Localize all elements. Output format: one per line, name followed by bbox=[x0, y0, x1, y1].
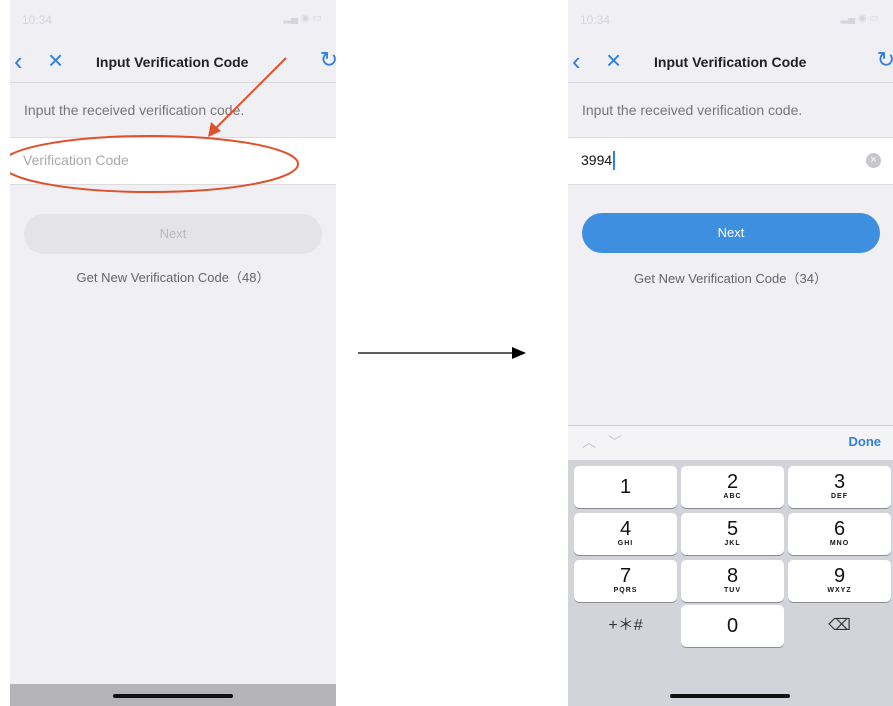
status-icons: ▂▄ ◉ ▭ bbox=[840, 13, 879, 24]
key-1[interactable]: 1 bbox=[574, 466, 677, 508]
key-4[interactable]: 4 GHI bbox=[574, 513, 677, 555]
key-digit: +＊# bbox=[608, 617, 643, 634]
next-button[interactable]: Next bbox=[24, 214, 322, 254]
key-letters: JKL bbox=[724, 540, 741, 547]
key-digit: 6 bbox=[833, 518, 846, 540]
key-5[interactable]: 5 JKL bbox=[681, 513, 784, 555]
verification-code-input[interactable] bbox=[568, 138, 841, 182]
key-symbols[interactable]: +＊# bbox=[574, 605, 677, 647]
transition-arrow-icon bbox=[358, 347, 526, 359]
status-time: 10:34 bbox=[22, 13, 53, 27]
chevron-left-icon[interactable]: ‹ bbox=[572, 48, 581, 74]
key-letters: GHI bbox=[617, 540, 634, 547]
key-digit: 9 bbox=[833, 565, 846, 587]
key-digit: 1 bbox=[619, 476, 632, 498]
key-digit: 8 bbox=[726, 565, 739, 587]
key-letters: DEF bbox=[831, 493, 848, 500]
key-8[interactable]: 8 TUV bbox=[681, 560, 784, 602]
page-title: Input Verification Code bbox=[96, 54, 249, 70]
status-bar: 10:34 ▂▄ ◉ ▭ bbox=[568, 0, 893, 42]
key-letters: ABC bbox=[723, 493, 742, 500]
get-new-code-link[interactable]: Get New Verification Code（48） bbox=[10, 267, 336, 286]
verification-code-input[interactable] bbox=[10, 138, 283, 182]
key-digit: 5 bbox=[726, 518, 739, 540]
close-icon[interactable]: × bbox=[48, 47, 63, 73]
refresh-icon[interactable]: ↻ bbox=[320, 48, 336, 72]
clear-icon[interactable]: × bbox=[866, 153, 881, 168]
close-icon[interactable]: × bbox=[606, 47, 621, 73]
verification-code-row: × bbox=[568, 137, 893, 185]
key-digit: 2 bbox=[726, 471, 739, 493]
key-7[interactable]: 7 PQRS bbox=[574, 560, 677, 602]
home-indicator bbox=[670, 694, 790, 698]
key-digit: 3 bbox=[833, 471, 846, 493]
phone-screen-before: 10:34 ▂▄ ◉ ▭ ‹ × Input Verification Code… bbox=[10, 0, 336, 706]
bottom-bar bbox=[568, 684, 893, 706]
key-letters: MNO bbox=[829, 540, 850, 547]
backspace-key[interactable]: ⌫ bbox=[788, 605, 891, 647]
next-button[interactable]: Next bbox=[582, 213, 880, 253]
key-letters: PQRS bbox=[613, 587, 638, 594]
numeric-keypad: 1 2 ABC 3 DEF 4 GHI 5 JKL 6 MNO 7 PQRS 8… bbox=[568, 460, 893, 706]
keyboard-done-button[interactable]: Done bbox=[849, 434, 882, 449]
verification-code-row bbox=[10, 137, 336, 185]
backspace-icon: ⌫ bbox=[828, 617, 851, 634]
key-digit: 0 bbox=[726, 615, 739, 637]
key-2[interactable]: 2 ABC bbox=[681, 466, 784, 508]
key-digit: 7 bbox=[619, 565, 632, 587]
key-digit: 4 bbox=[619, 518, 632, 540]
key-9[interactable]: 9 WXYZ bbox=[788, 560, 891, 602]
keyboard-toolbar: ︿ ﹀ Done bbox=[568, 425, 893, 460]
bottom-bar bbox=[10, 684, 336, 706]
key-letters: WXYZ bbox=[827, 587, 852, 594]
status-time: 10:34 bbox=[580, 13, 611, 27]
page-title: Input Verification Code bbox=[654, 54, 807, 70]
phone-screen-after: 10:34 ▂▄ ◉ ▭ ‹ × Input Verification Code… bbox=[568, 0, 893, 706]
home-indicator bbox=[113, 694, 233, 698]
get-new-code-link[interactable]: Get New Verification Code（34） bbox=[568, 268, 893, 287]
nav-bar: ‹ × Input Verification Code ↻ bbox=[10, 42, 336, 83]
field-navigation-arrows[interactable]: ︿ ﹀ bbox=[582, 432, 626, 452]
chevron-left-icon[interactable]: ‹ bbox=[14, 48, 23, 74]
key-letters: TUV bbox=[724, 587, 741, 594]
instruction-text: Input the received verification code. bbox=[24, 102, 245, 118]
text-caret bbox=[613, 151, 615, 170]
key-0[interactable]: 0 bbox=[681, 605, 784, 647]
refresh-icon[interactable]: ↻ bbox=[877, 48, 893, 72]
key-6[interactable]: 6 MNO bbox=[788, 513, 891, 555]
status-icons: ▂▄ ◉ ▭ bbox=[283, 13, 322, 24]
status-bar: 10:34 ▂▄ ◉ ▭ bbox=[10, 0, 336, 42]
nav-bar: ‹ × Input Verification Code ↻ bbox=[568, 42, 893, 83]
instruction-text: Input the received verification code. bbox=[582, 102, 803, 118]
key-3[interactable]: 3 DEF bbox=[788, 466, 891, 508]
